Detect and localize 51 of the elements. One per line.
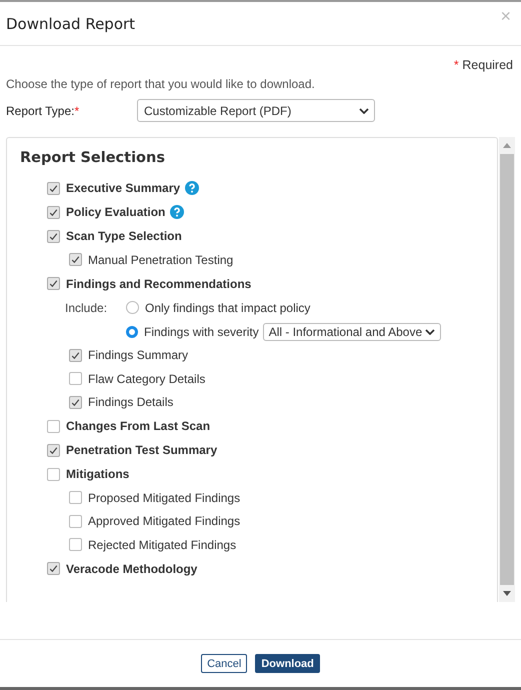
checkbox[interactable] xyxy=(47,420,60,432)
scroll-up-icon[interactable] xyxy=(503,143,511,148)
checkbox[interactable] xyxy=(69,396,82,409)
report-type-select[interactable]: Customizable Report (PDF) xyxy=(137,99,375,122)
checkbox[interactable] xyxy=(47,444,60,456)
report-type-label: Report Type:* xyxy=(6,104,80,118)
checkbox-label: Findings Summary xyxy=(88,348,188,362)
required-note: * Required xyxy=(454,58,513,72)
checkbox-label: Flaw Category Details xyxy=(88,372,206,386)
checkbox[interactable] xyxy=(69,253,82,266)
scrollbar[interactable] xyxy=(499,137,515,602)
dialog-title: Download Report xyxy=(6,14,136,32)
checkbox[interactable] xyxy=(47,277,60,290)
download-button[interactable]: Download xyxy=(255,654,320,673)
checkbox-label: Penetration Test Summary xyxy=(66,443,218,457)
checkbox[interactable] xyxy=(47,206,60,218)
radio-button[interactable] xyxy=(126,301,139,314)
help-icon[interactable] xyxy=(170,205,184,219)
section-title: Report Selections xyxy=(20,150,166,166)
checkbox-label: Proposed Mitigated Findings xyxy=(88,490,240,505)
intro-text: Choose the type of report that you would like to download. xyxy=(6,77,316,91)
checkbox[interactable] xyxy=(69,514,82,528)
include-label: Include: xyxy=(65,300,108,314)
chevron-down-icon xyxy=(424,328,435,334)
radio-button[interactable] xyxy=(126,326,138,338)
checkbox[interactable] xyxy=(69,538,82,552)
checkbox[interactable] xyxy=(47,468,60,480)
checkbox-label: Executive Summary xyxy=(66,181,180,195)
checkbox[interactable] xyxy=(47,182,60,194)
checkbox[interactable] xyxy=(69,372,82,386)
checkbox-label: Approved Mitigated Findings xyxy=(88,514,240,528)
checkbox-label: Changes From Last Scan xyxy=(66,419,210,433)
checkbox[interactable] xyxy=(47,562,60,575)
help-icon[interactable] xyxy=(185,181,200,195)
severity-select[interactable]: All - Informational and Above xyxy=(262,322,441,340)
checkbox[interactable] xyxy=(69,491,82,504)
checkbox-label: Findings Details xyxy=(88,395,174,410)
checkbox-label: Findings and Recommendations xyxy=(66,276,252,290)
scroll-down-icon[interactable] xyxy=(503,591,511,596)
checkbox-label: Mitigations xyxy=(66,467,130,481)
checkbox-label: Policy Evaluation xyxy=(66,205,166,219)
checkbox[interactable] xyxy=(69,348,82,362)
chevron-down-icon xyxy=(359,108,369,114)
radio-label: Findings with severity xyxy=(144,324,259,338)
checkbox[interactable] xyxy=(47,230,60,242)
radio-label: Only findings that impact policy xyxy=(145,300,310,314)
checkbox-label: Veracode Methodology xyxy=(66,562,198,576)
checkbox-label: Scan Type Selection xyxy=(66,229,182,243)
checkbox-label: Manual Penetration Testing xyxy=(88,252,234,267)
cancel-button[interactable]: Cancel xyxy=(201,654,248,673)
checkbox-label: Rejected Mitigated Findings xyxy=(88,538,236,552)
